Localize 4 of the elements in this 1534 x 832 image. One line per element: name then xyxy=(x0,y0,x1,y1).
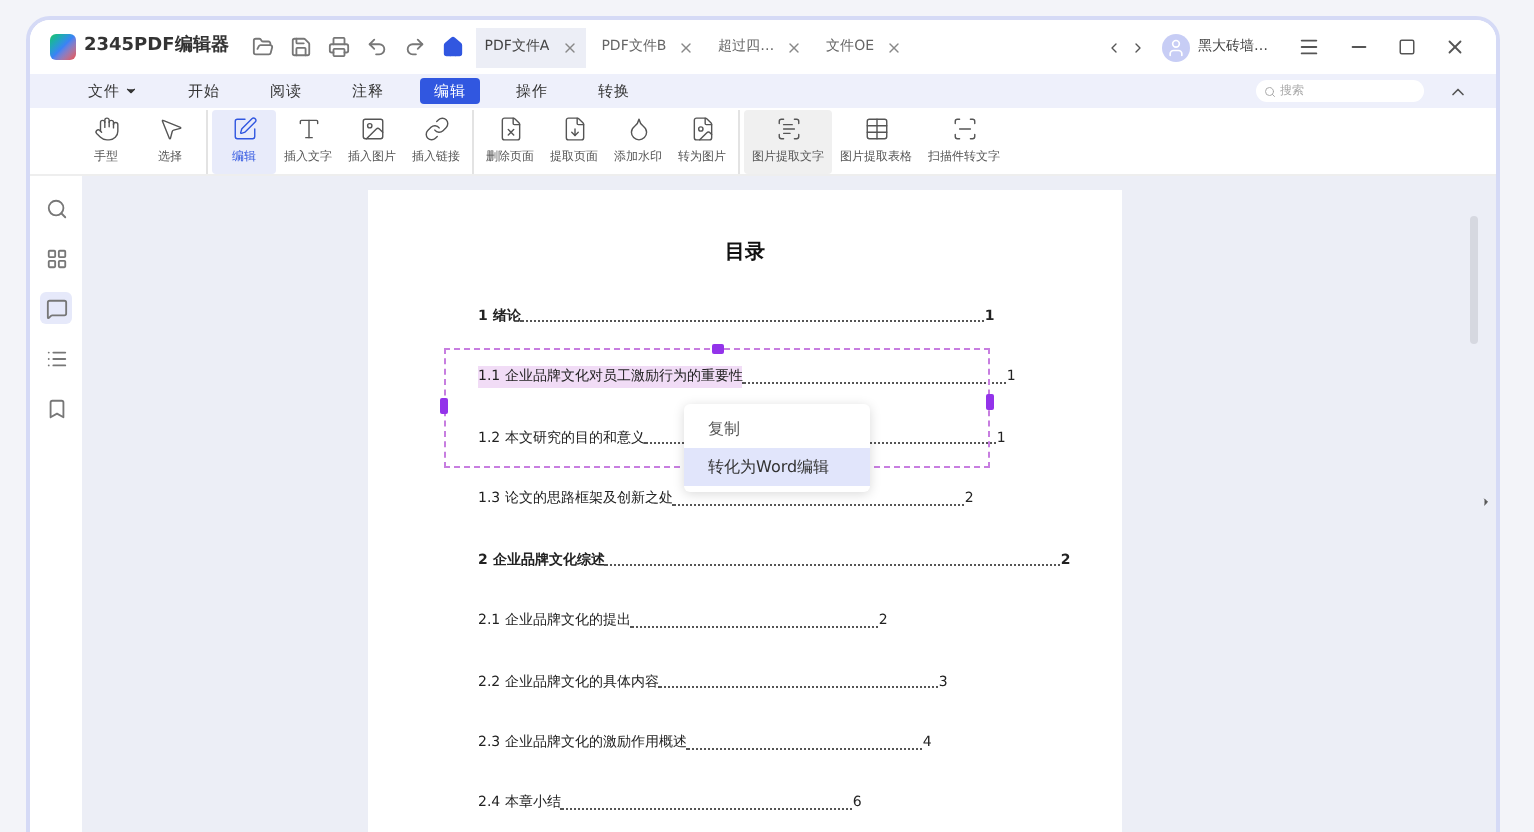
menu-item[interactable]: 复制 xyxy=(684,410,870,448)
page-title: 目录 xyxy=(725,239,765,268)
menu-item[interactable]: 转化为Word编辑 xyxy=(684,448,870,486)
app-title: 2345PDF编辑器 xyxy=(84,33,229,60)
